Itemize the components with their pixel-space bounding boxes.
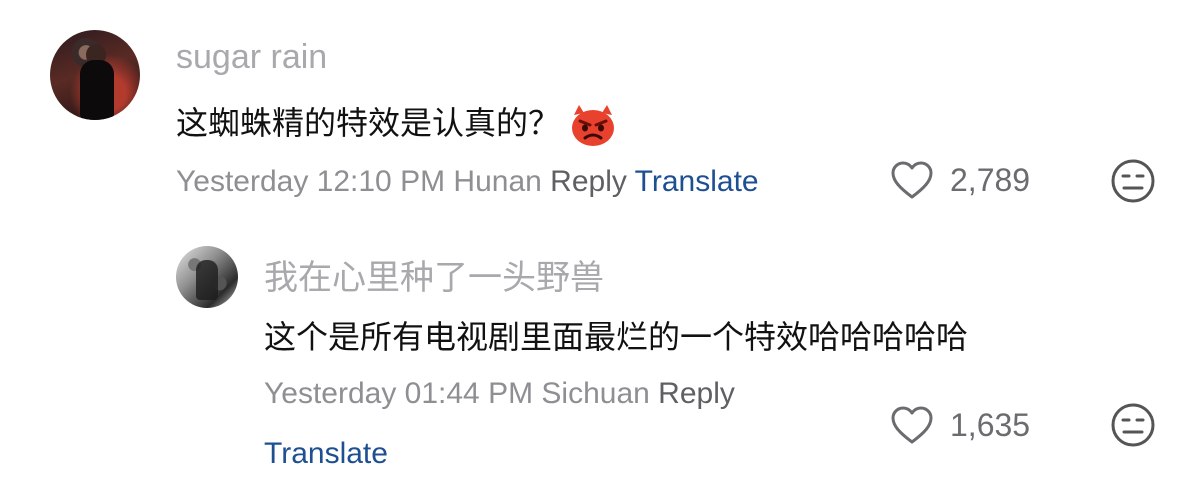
avatar[interactable] [50, 30, 140, 120]
angry-face-with-horns-icon [572, 104, 615, 146]
neutral-face-icon[interactable] [1110, 158, 1156, 204]
like-button[interactable]: 2,789 [890, 160, 1030, 200]
reply-button[interactable]: Reply [550, 165, 627, 198]
translate-button[interactable]: Translate [264, 437, 388, 471]
comment-thread: sugar rain 这蜘蛛精的特效是认真的？ Yesterday 12:10 … [0, 0, 1200, 504]
reply-button[interactable]: Reply [658, 377, 735, 410]
comment-body: 这蜘蛛精的特效是认真的？ [176, 98, 616, 147]
like-count: 1,635 [950, 406, 1031, 443]
avatar[interactable] [176, 246, 238, 308]
reply-location: Sichuan [541, 377, 650, 410]
reply-username[interactable]: 我在心里种了一头野兽 [264, 250, 604, 299]
comment-username[interactable]: sugar rain [176, 38, 327, 77]
comment-location: Hunan [453, 165, 542, 198]
comment-meta: Yesterday 12:10 PM Hunan Reply Translate [176, 165, 759, 199]
translate-button[interactable]: Translate [635, 165, 759, 198]
reply-time: Yesterday 01:44 PM [264, 377, 534, 410]
reply-meta: Yesterday 01:44 PM Sichuan Reply [264, 377, 735, 411]
heart-outline-icon [891, 406, 933, 444]
like-button[interactable]: 1,635 [890, 405, 1030, 445]
like-count: 2,789 [950, 161, 1031, 198]
comment-text: 这蜘蛛精的特效是认真的？ [176, 105, 561, 141]
comment-time: Yesterday 12:10 PM [176, 165, 446, 198]
neutral-face-icon[interactable] [1110, 402, 1156, 448]
heart-outline-icon [891, 161, 933, 199]
reply-text: 这个是所有电视剧里面最烂的一个特效哈哈哈哈哈 [264, 319, 969, 355]
